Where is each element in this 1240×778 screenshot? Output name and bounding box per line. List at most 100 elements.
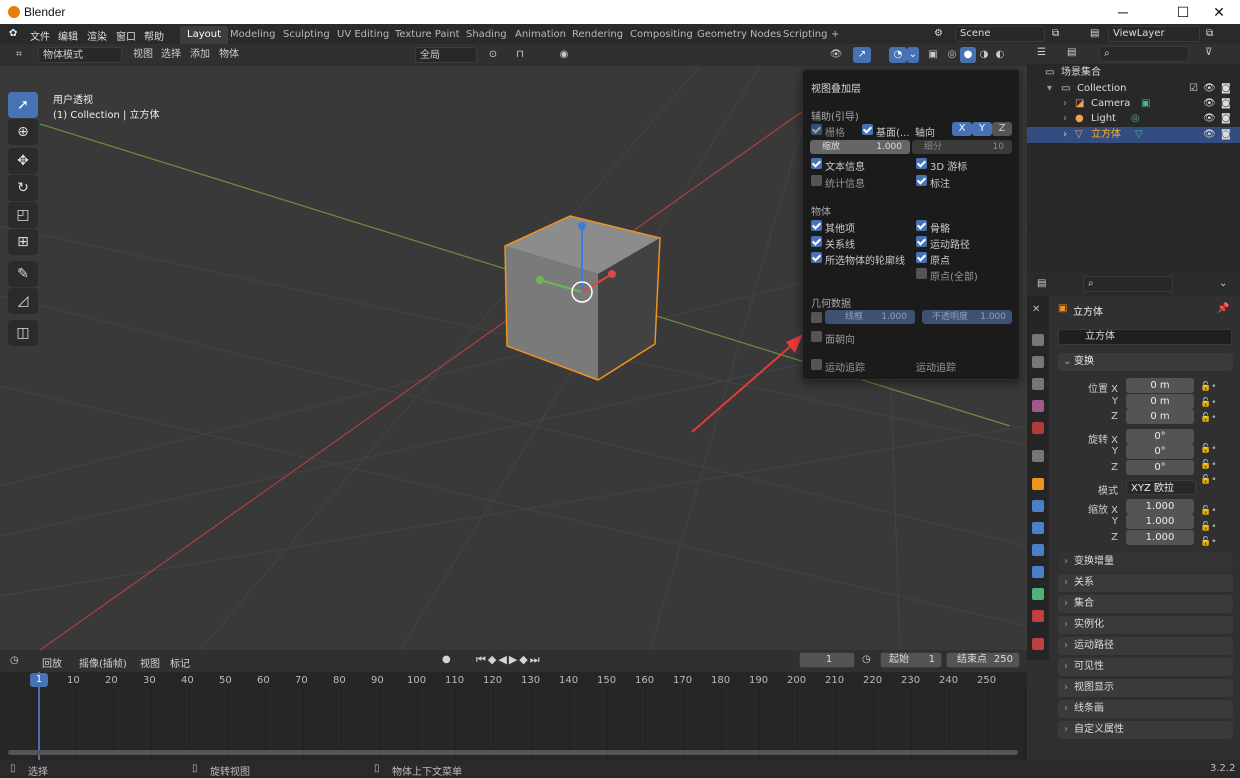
physics-tab-icon[interactable] [1032,544,1044,556]
mode-select[interactable]: 物体模式 [38,47,122,63]
menu-edit[interactable]: 编辑 [58,28,78,43]
menu-file[interactable]: 文件 [30,28,50,43]
outliner-editor-icon[interactable]: ☰ [1037,47,1046,58]
menu-view[interactable]: 视图 [132,47,154,63]
expand-icon[interactable]: › [1063,127,1067,143]
expand-icon[interactable]: ▾ [1047,81,1052,97]
tab-uv-editing[interactable]: UV Editing [330,26,396,44]
scale-z-field[interactable]: 1.000 [1126,530,1194,545]
transform-panel-header[interactable]: ⌄ 变换 [1058,353,1233,371]
eye-icon[interactable]: 👁 [1203,96,1216,112]
rotate-tool-icon[interactable]: ↻ [8,175,38,201]
annotations-checkbox[interactable] [916,175,927,186]
camera-data-icon[interactable]: ▣ [1141,96,1150,112]
location-z-field[interactable]: 0 m [1126,409,1194,424]
overlay-toggle-icon[interactable]: ◔ [889,47,907,63]
mesh-data-tab-icon[interactable] [1032,588,1044,600]
add-cube-tool-icon[interactable]: ◫ [8,320,38,346]
scene-tab-icon[interactable] [1032,400,1044,412]
line-art-panel[interactable]: 线条画 [1058,700,1233,718]
output-tab-icon[interactable] [1032,356,1044,368]
wireframe-checkbox[interactable] [811,312,822,323]
solid-shading-icon[interactable]: ● [960,47,976,63]
properties-options-icon[interactable]: ⌄ [1219,278,1227,289]
tab-animation[interactable]: Animation [508,26,573,44]
eye-icon[interactable]: 👁 [1203,111,1216,127]
origins-checkbox[interactable] [916,252,927,263]
relationship-lines-checkbox[interactable] [811,236,822,247]
rotation-mode-select[interactable]: XYZ 欧拉 [1126,480,1196,495]
menu-add[interactable]: 添加 [189,47,211,63]
modifiers-tab-icon[interactable] [1032,500,1044,512]
bones-checkbox[interactable] [916,220,927,231]
end-frame-field[interactable]: 结束点 250 [946,652,1020,668]
rotation-z-field[interactable]: 0° [1126,460,1194,475]
axis-y-toggle[interactable]: Y [972,122,992,136]
render-tab-icon[interactable] [1032,334,1044,346]
eye-icon[interactable]: 👁 [1203,127,1216,143]
outliner-item-cube[interactable]: › ▽ 立方体 ▽ 👁 ◙ [1027,127,1240,143]
filter-icon[interactable]: ⊽ [1205,47,1212,58]
tab-sculpting[interactable]: Sculpting [276,26,337,44]
wireframe-shading-icon[interactable]: ◎ [944,47,960,63]
view-layer-icon[interactable]: ▤ [1090,28,1099,39]
object-name-field[interactable]: 立方体 [1058,329,1232,345]
tab-geometry-nodes[interactable]: Geometry Nodes [690,26,788,44]
grid-checkbox[interactable] [811,124,822,135]
wireframe-slider[interactable]: 线框 1.000 [825,310,915,324]
material-shading-icon[interactable]: ◑ [976,47,992,63]
snap-icon[interactable]: ⊓ [510,47,530,63]
scale-tool-icon[interactable]: ◰ [8,202,38,228]
scale-slider[interactable]: 缩放 1.000 [810,140,910,154]
display-mode-icon[interactable]: ▤ [1067,47,1076,58]
overlay-dropdown-icon[interactable]: ⌄ [907,47,919,63]
axis-x-toggle[interactable]: X [952,122,972,136]
tab-shading[interactable]: Shading [459,26,514,44]
close-button[interactable]: ✕ [1196,2,1240,22]
transform-orientation-select[interactable]: 全局 [415,47,477,63]
face-orientation-checkbox[interactable] [811,331,822,342]
playback-menu[interactable]: 回放 [42,655,62,670]
scene-icon[interactable]: ⚙ [934,28,943,39]
relations-panel[interactable]: 关系 [1058,574,1233,592]
mesh-data-icon[interactable]: ▽ [1135,127,1143,143]
properties-editor-icon[interactable]: ▤ [1037,278,1046,289]
proportional-edit-icon[interactable]: ◉ [555,47,573,63]
tab-compositing[interactable]: Compositing [623,26,700,44]
select-tool-icon[interactable]: ➚ [8,92,38,118]
properties-search-input[interactable]: ⌕ [1083,276,1173,292]
menu-help[interactable]: 帮助 [144,28,164,43]
playback-controls-icons[interactable]: ⏮◆◀▶◆⏭ [476,653,542,667]
outline-selected-checkbox[interactable] [811,252,822,263]
rendered-shading-icon[interactable]: ◐ [992,47,1008,63]
cursor-tool-icon[interactable]: ⊕ [8,119,38,145]
scale-y-field[interactable]: 1.000 [1126,514,1194,529]
camera-render-icon[interactable]: ◙ [1221,96,1231,112]
visibility-icon[interactable]: 👁 [825,47,847,63]
subdivisions-slider[interactable]: 细分 10 [912,140,1012,154]
outliner-item-light[interactable]: › ● Light ◎ 👁 ◙ [1027,111,1240,127]
lock-icons[interactable]: 🔓• 🔓• 🔓• 🔓• 🔓• 🔓• 🔓• 🔓• 🔓• [1200,380,1217,551]
transform-tool-icon[interactable]: ⊞ [8,229,38,255]
pivot-icon[interactable]: ⊙ [483,47,503,63]
record-icon[interactable]: ● [442,654,451,665]
origins-all-checkbox[interactable] [916,268,927,279]
tab-texture-paint[interactable]: Texture Paint [388,26,467,44]
move-tool-icon[interactable]: ✥ [8,148,38,174]
camera-render-icon[interactable]: ◙ [1221,111,1231,127]
add-workspace-button[interactable]: + [824,26,846,44]
material-tab-icon[interactable] [1032,610,1044,622]
timeline-editor-icon[interactable]: ◷ [10,655,19,666]
location-y-field[interactable]: 0 m [1126,394,1194,409]
tab-modeling[interactable]: Modeling [223,26,283,44]
menu-select[interactable]: 选择 [160,47,182,63]
annotate-tool-icon[interactable]: ✎ [8,261,38,287]
delta-transform-panel[interactable]: 变换增量 [1058,553,1233,571]
axis-z-toggle[interactable]: Z [992,122,1012,136]
object-tab-icon[interactable] [1032,478,1044,490]
outliner-search-input[interactable]: ⌕ [1099,46,1189,62]
pin-icon[interactable]: 📌 [1217,303,1229,314]
outliner-item-camera[interactable]: › ◪ Camera ▣ 👁 ◙ [1027,96,1240,112]
eye-icon[interactable]: 👁 [1203,81,1216,97]
tab-rendering[interactable]: Rendering [565,26,630,44]
